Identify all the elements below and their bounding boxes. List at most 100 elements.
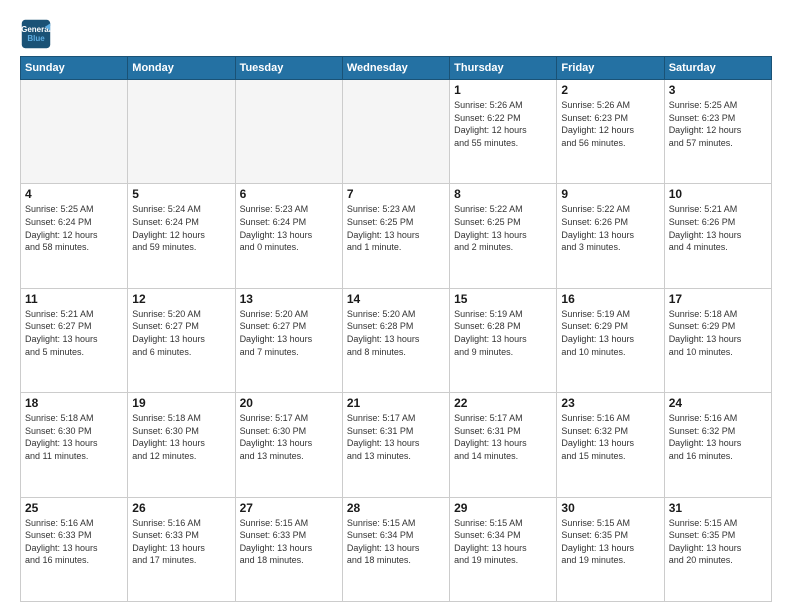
day-info: Sunrise: 5:16 AM Sunset: 6:33 PM Dayligh…: [25, 517, 123, 567]
day-number: 10: [669, 187, 767, 201]
day-cell: 10 Sunrise: 5:21 AM Sunset: 6:26 PM Dayli…: [664, 184, 771, 288]
day-number: 26: [132, 501, 230, 515]
col-header-thursday: Thursday: [450, 57, 557, 80]
day-info: Sunrise: 5:15 AM Sunset: 6:35 PM Dayligh…: [669, 517, 767, 567]
day-number: 14: [347, 292, 445, 306]
day-info: Sunrise: 5:26 AM Sunset: 6:23 PM Dayligh…: [561, 99, 659, 149]
day-info: Sunrise: 5:23 AM Sunset: 6:24 PM Dayligh…: [240, 203, 338, 253]
day-info: Sunrise: 5:22 AM Sunset: 6:25 PM Dayligh…: [454, 203, 552, 253]
day-info: Sunrise: 5:15 AM Sunset: 6:33 PM Dayligh…: [240, 517, 338, 567]
week-row-2: 4 Sunrise: 5:25 AM Sunset: 6:24 PM Daylig…: [21, 184, 772, 288]
logo: General Blue: [20, 18, 56, 50]
day-number: 30: [561, 501, 659, 515]
day-number: 23: [561, 396, 659, 410]
day-info: Sunrise: 5:16 AM Sunset: 6:32 PM Dayligh…: [561, 412, 659, 462]
day-cell: 28 Sunrise: 5:15 AM Sunset: 6:34 PM Dayli…: [342, 497, 449, 601]
day-cell: 14 Sunrise: 5:20 AM Sunset: 6:28 PM Dayli…: [342, 288, 449, 392]
day-cell: 19 Sunrise: 5:18 AM Sunset: 6:30 PM Dayli…: [128, 393, 235, 497]
day-number: 20: [240, 396, 338, 410]
day-cell: 11 Sunrise: 5:21 AM Sunset: 6:27 PM Dayli…: [21, 288, 128, 392]
day-info: Sunrise: 5:24 AM Sunset: 6:24 PM Dayligh…: [132, 203, 230, 253]
day-number: 19: [132, 396, 230, 410]
day-number: 3: [669, 83, 767, 97]
day-number: 16: [561, 292, 659, 306]
col-header-tuesday: Tuesday: [235, 57, 342, 80]
day-info: Sunrise: 5:19 AM Sunset: 6:28 PM Dayligh…: [454, 308, 552, 358]
day-info: Sunrise: 5:17 AM Sunset: 6:30 PM Dayligh…: [240, 412, 338, 462]
day-cell: 4 Sunrise: 5:25 AM Sunset: 6:24 PM Daylig…: [21, 184, 128, 288]
day-number: 27: [240, 501, 338, 515]
day-cell: 23 Sunrise: 5:16 AM Sunset: 6:32 PM Dayli…: [557, 393, 664, 497]
day-number: 28: [347, 501, 445, 515]
day-info: Sunrise: 5:17 AM Sunset: 6:31 PM Dayligh…: [454, 412, 552, 462]
week-row-4: 18 Sunrise: 5:18 AM Sunset: 6:30 PM Dayli…: [21, 393, 772, 497]
day-info: Sunrise: 5:15 AM Sunset: 6:34 PM Dayligh…: [454, 517, 552, 567]
week-row-5: 25 Sunrise: 5:16 AM Sunset: 6:33 PM Dayli…: [21, 497, 772, 601]
day-number: 29: [454, 501, 552, 515]
day-info: Sunrise: 5:20 AM Sunset: 6:28 PM Dayligh…: [347, 308, 445, 358]
day-cell: 21Sunrise: 5:17 AM Sunset: 6:31 PM Dayli…: [342, 393, 449, 497]
day-cell: 15 Sunrise: 5:19 AM Sunset: 6:28 PM Dayli…: [450, 288, 557, 392]
day-cell: [235, 80, 342, 184]
day-info: Sunrise: 5:18 AM Sunset: 6:30 PM Dayligh…: [132, 412, 230, 462]
day-number: 13: [240, 292, 338, 306]
day-cell: 24Sunrise: 5:16 AM Sunset: 6:32 PM Dayli…: [664, 393, 771, 497]
day-number: 18: [25, 396, 123, 410]
day-info: Sunrise: 5:16 AM Sunset: 6:32 PM Dayligh…: [669, 412, 767, 462]
col-header-wednesday: Wednesday: [342, 57, 449, 80]
day-number: 5: [132, 187, 230, 201]
logo-icon: General Blue: [20, 18, 52, 50]
day-cell: 8 Sunrise: 5:22 AM Sunset: 6:25 PM Daylig…: [450, 184, 557, 288]
day-info: Sunrise: 5:25 AM Sunset: 6:23 PM Dayligh…: [669, 99, 767, 149]
day-number: 4: [25, 187, 123, 201]
day-number: 11: [25, 292, 123, 306]
day-cell: 1Sunrise: 5:26 AM Sunset: 6:22 PM Daylig…: [450, 80, 557, 184]
day-info: Sunrise: 5:18 AM Sunset: 6:29 PM Dayligh…: [669, 308, 767, 358]
day-info: Sunrise: 5:15 AM Sunset: 6:35 PM Dayligh…: [561, 517, 659, 567]
day-number: 7: [347, 187, 445, 201]
col-header-friday: Friday: [557, 57, 664, 80]
day-number: 9: [561, 187, 659, 201]
day-cell: 17 Sunrise: 5:18 AM Sunset: 6:29 PM Dayli…: [664, 288, 771, 392]
day-cell: 13 Sunrise: 5:20 AM Sunset: 6:27 PM Dayli…: [235, 288, 342, 392]
day-cell: 30 Sunrise: 5:15 AM Sunset: 6:35 PM Dayli…: [557, 497, 664, 601]
day-number: 21: [347, 396, 445, 410]
day-info: Sunrise: 5:18 AM Sunset: 6:30 PM Dayligh…: [25, 412, 123, 462]
day-cell: 16Sunrise: 5:19 AM Sunset: 6:29 PM Dayli…: [557, 288, 664, 392]
day-info: Sunrise: 5:21 AM Sunset: 6:27 PM Dayligh…: [25, 308, 123, 358]
day-number: 8: [454, 187, 552, 201]
day-info: Sunrise: 5:20 AM Sunset: 6:27 PM Dayligh…: [240, 308, 338, 358]
day-number: 17: [669, 292, 767, 306]
day-cell: 18 Sunrise: 5:18 AM Sunset: 6:30 PM Dayli…: [21, 393, 128, 497]
day-number: 1: [454, 83, 552, 97]
day-cell: [128, 80, 235, 184]
day-cell: 31Sunrise: 5:15 AM Sunset: 6:35 PM Dayli…: [664, 497, 771, 601]
day-number: 25: [25, 501, 123, 515]
day-info: Sunrise: 5:15 AM Sunset: 6:34 PM Dayligh…: [347, 517, 445, 567]
day-info: Sunrise: 5:23 AM Sunset: 6:25 PM Dayligh…: [347, 203, 445, 253]
day-number: 22: [454, 396, 552, 410]
day-number: 12: [132, 292, 230, 306]
day-cell: [21, 80, 128, 184]
day-cell: 22 Sunrise: 5:17 AM Sunset: 6:31 PM Dayli…: [450, 393, 557, 497]
day-info: Sunrise: 5:25 AM Sunset: 6:24 PM Dayligh…: [25, 203, 123, 253]
day-cell: 12 Sunrise: 5:20 AM Sunset: 6:27 PM Dayli…: [128, 288, 235, 392]
day-cell: 20 Sunrise: 5:17 AM Sunset: 6:30 PM Dayli…: [235, 393, 342, 497]
day-cell: 27 Sunrise: 5:15 AM Sunset: 6:33 PM Dayli…: [235, 497, 342, 601]
day-info: Sunrise: 5:16 AM Sunset: 6:33 PM Dayligh…: [132, 517, 230, 567]
day-cell: 6 Sunrise: 5:23 AM Sunset: 6:24 PM Daylig…: [235, 184, 342, 288]
day-cell: 5 Sunrise: 5:24 AM Sunset: 6:24 PM Daylig…: [128, 184, 235, 288]
day-cell: 3 Sunrise: 5:25 AM Sunset: 6:23 PM Daylig…: [664, 80, 771, 184]
page: General Blue SundayMondayTuesdayWednesda…: [0, 0, 792, 612]
week-row-1: 1Sunrise: 5:26 AM Sunset: 6:22 PM Daylig…: [21, 80, 772, 184]
day-info: Sunrise: 5:20 AM Sunset: 6:27 PM Dayligh…: [132, 308, 230, 358]
header: General Blue: [20, 18, 772, 50]
day-cell: 9 Sunrise: 5:22 AM Sunset: 6:26 PM Daylig…: [557, 184, 664, 288]
day-number: 6: [240, 187, 338, 201]
day-number: 2: [561, 83, 659, 97]
col-header-sunday: Sunday: [21, 57, 128, 80]
day-info: Sunrise: 5:21 AM Sunset: 6:26 PM Dayligh…: [669, 203, 767, 253]
day-info: Sunrise: 5:22 AM Sunset: 6:26 PM Dayligh…: [561, 203, 659, 253]
day-cell: 2 Sunrise: 5:26 AM Sunset: 6:23 PM Daylig…: [557, 80, 664, 184]
day-number: 15: [454, 292, 552, 306]
